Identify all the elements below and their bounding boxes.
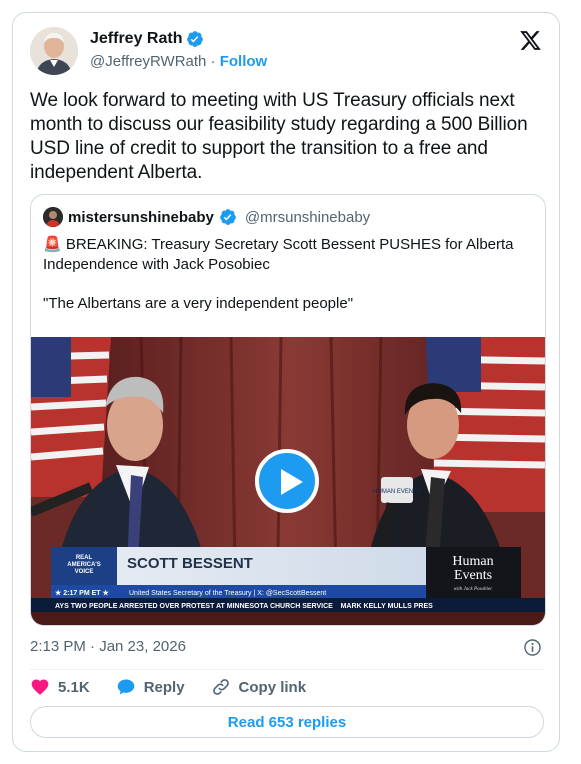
tweet-timestamp[interactable]: 2:13 PM · Jan 23, 2026 (30, 638, 186, 655)
quoted-text-spacer (43, 275, 533, 294)
reply-button[interactable]: Reply (116, 677, 185, 697)
author-handle-row: @JeffreyRWRath · Follow (90, 53, 267, 70)
news-ticker: AYS TWO PEOPLE ARRESTED OVER PROTEST AT … (55, 603, 433, 610)
follow-button[interactable]: Follow (220, 53, 268, 70)
quoted-verified-badge-icon (220, 209, 236, 225)
network-logo-line1: REAL (76, 555, 93, 561)
like-button[interactable]: 5.1K (30, 677, 90, 697)
copy-link-label: Copy link (238, 678, 307, 696)
author-handle[interactable]: @JeffreyRWRath (90, 53, 206, 70)
mic-flag-label: HUMAN EVENTS (373, 489, 421, 495)
reply-label: Reply (143, 678, 185, 696)
quoted-author-handle: @mrsunshinebaby (244, 208, 371, 226)
quoted-tweet-header: mistersunshinebaby @mrsunshinebaby (43, 207, 370, 227)
network-logo-line3: VOICE (75, 569, 94, 575)
quoted-tweet-text: 🚨 BREAKING: Treasury Secretary Scott Bes… (43, 235, 533, 314)
like-count: 5.1K (58, 678, 90, 696)
reply-bubble-icon (117, 679, 135, 695)
action-bar: 5.1K Reply Copy link (30, 677, 332, 697)
tweet-card: Jeffrey Rath @JeffreyRWRath · Follow We … (12, 12, 560, 752)
verified-badge-icon (187, 31, 204, 47)
copy-link-button[interactable]: Copy link (211, 677, 307, 697)
lower-third-title: United States Secretary of the Treasury … (129, 590, 326, 597)
show-logo-line1: Human (452, 554, 493, 569)
show-logo-sub: with Jack Posobiec (454, 587, 493, 592)
author-avatar[interactable] (30, 27, 78, 75)
show-logo-line2: Events (454, 568, 492, 583)
x-logo-icon[interactable] (519, 29, 542, 52)
tweet-text: We look forward to meeting with US Treas… (30, 90, 528, 183)
author-name[interactable]: Jeffrey Rath (90, 30, 182, 48)
divider (30, 669, 544, 670)
read-replies-button[interactable]: Read 653 replies (30, 706, 544, 738)
video-thumbnail[interactable]: HUMAN EVENTS REAL AMERICA'S VOICE SCOTT … (31, 337, 545, 625)
heart-icon (31, 679, 49, 695)
link-icon (212, 679, 229, 695)
lower-third-name: SCOTT BESSENT (127, 555, 253, 572)
network-logo-line2: AMERICA'S (67, 562, 100, 568)
quoted-text-breaking: 🚨 BREAKING: Treasury Secretary Scott Bes… (43, 236, 514, 273)
lower-third-time: ★ 2:17 PM ET ★ (55, 589, 110, 597)
quoted-author-name: mistersunshinebaby (68, 208, 214, 226)
handle-separator: · (210, 53, 216, 70)
info-icon[interactable] (523, 638, 542, 657)
play-button[interactable] (255, 449, 319, 513)
quoted-tweet[interactable]: mistersunshinebaby @mrsunshinebaby 🚨 BRE… (30, 194, 546, 626)
quoted-text-quote: "The Albertans are a very independent pe… (43, 295, 354, 312)
author-name-row: Jeffrey Rath (90, 30, 204, 48)
quoted-author-avatar (43, 207, 63, 227)
